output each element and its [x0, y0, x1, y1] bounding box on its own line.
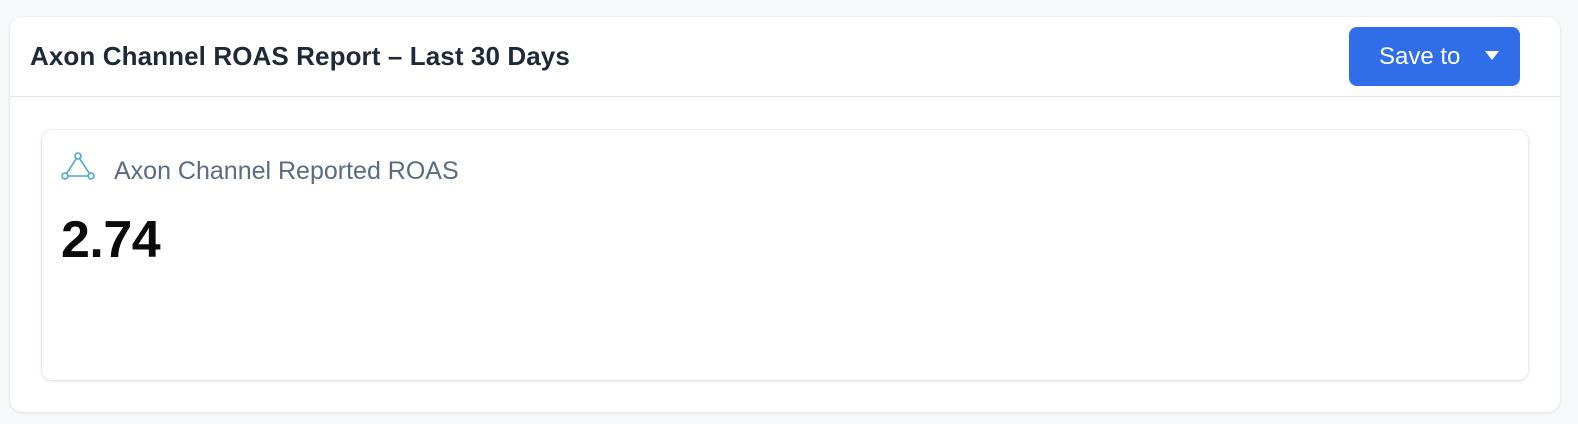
report-title: Axon Channel ROAS Report – Last 30 Days: [30, 41, 570, 71]
report-panel: Axon Channel ROAS Report – Last 30 Days …: [10, 17, 1560, 412]
metric-value: 2.74: [61, 211, 161, 269]
metric-label: Axon Channel Reported ROAS: [114, 157, 459, 185]
network-triangle-icon: [61, 152, 95, 180]
caret-down-icon: [1485, 51, 1499, 60]
report-header: Axon Channel ROAS Report – Last 30 Days …: [10, 17, 1560, 97]
save-to-label: Save to: [1379, 42, 1461, 70]
save-to-button[interactable]: Save to: [1349, 27, 1520, 86]
metric-card: Axon Channel Reported ROAS 2.74: [42, 130, 1528, 380]
